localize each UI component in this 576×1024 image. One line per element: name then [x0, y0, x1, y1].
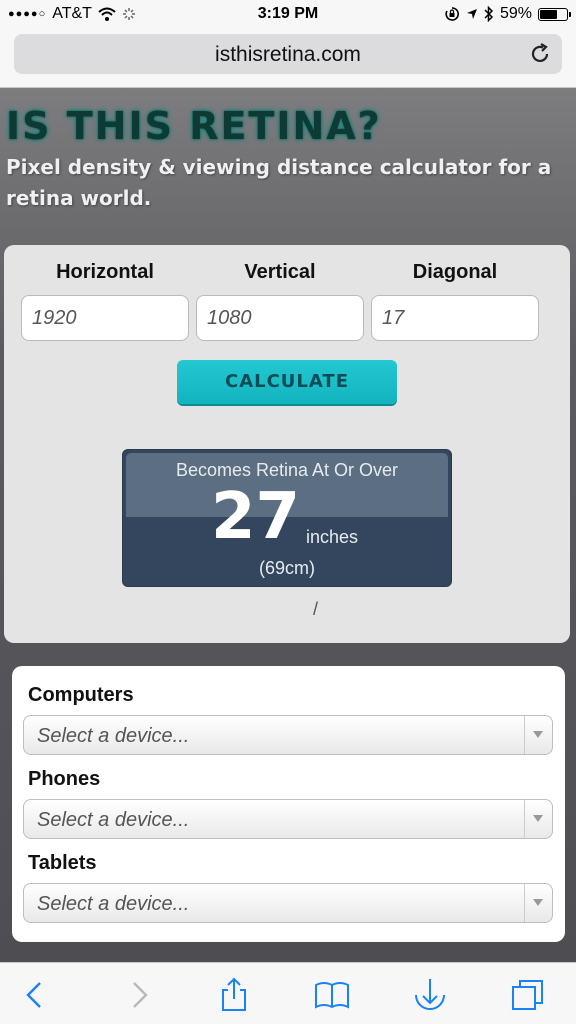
phones-label: Phones [28, 768, 101, 790]
diagonal-label: Diagonal [412, 261, 498, 283]
page-title: IS THIS RETINA? [6, 104, 382, 148]
result-label: Becomes Retina At Or Over [175, 460, 399, 480]
result-value: 27 [211, 480, 301, 554]
computers-select[interactable]: Select a device... [23, 715, 553, 755]
browser-address-area: isthisretina.com [0, 30, 576, 88]
battery-icon [538, 7, 571, 21]
chevron-down-icon [533, 815, 543, 822]
vertical-field-group: Vertical 1080 [196, 261, 364, 341]
url-text[interactable]: isthisretina.com [14, 43, 562, 67]
page-subtitle: Pixel density & viewing distance calcula… [6, 155, 552, 210]
download-icon[interactable] [412, 977, 448, 1013]
result-box: Becomes Retina At Or Over 27 inches (69c… [122, 449, 452, 587]
phones-select-value: Select a device... [37, 809, 190, 831]
diagonal-field-group: Diagonal 17 [371, 261, 539, 341]
phones-select-arrow[interactable] [524, 800, 552, 838]
result-unit: inches [306, 527, 359, 547]
tablets-select-arrow[interactable] [524, 884, 552, 922]
tablets-select[interactable]: Select a device... [23, 883, 553, 923]
location-icon [466, 9, 477, 19]
reload-icon[interactable] [528, 42, 552, 66]
calculate-button[interactable]: CALCULATE [177, 360, 397, 404]
chevron-down-icon [533, 731, 543, 738]
tablets-select-value: Select a device... [37, 893, 190, 915]
orientation-lock-icon [445, 7, 459, 21]
back-icon[interactable] [18, 977, 54, 1013]
tabs-icon[interactable] [510, 977, 546, 1013]
bluetooth-icon [484, 6, 494, 22]
url-bar[interactable]: isthisretina.com [14, 34, 562, 74]
forward-icon[interactable] [120, 977, 156, 1013]
chevron-down-icon [533, 899, 543, 906]
result-metric: (69cm) [258, 558, 315, 578]
diagonal-input[interactable]: 17 [371, 295, 539, 341]
computers-select-arrow[interactable] [524, 716, 552, 754]
computers-select-value: Select a device... [37, 725, 190, 747]
computers-label: Computers [28, 684, 134, 706]
phones-select[interactable]: Select a device... [23, 799, 553, 839]
horizontal-field-group: Horizontal 1920 [21, 261, 189, 341]
status-bar: ●●●●○ AT&T 3:19 PM 59% [0, 0, 576, 30]
horizontal-input[interactable]: 1920 [21, 295, 189, 341]
tablets-label: Tablets [28, 852, 97, 874]
vertical-label: Vertical [244, 261, 316, 283]
browser-toolbar [0, 962, 576, 1024]
share-icon[interactable] [216, 977, 252, 1013]
horizontal-label: Horizontal [56, 261, 154, 283]
web-page: IS THIS RETINA? Pixel density & viewing … [0, 88, 576, 962]
vertical-input[interactable]: 1080 [196, 295, 364, 341]
bookmarks-icon[interactable] [314, 977, 350, 1013]
separator-text: / [313, 599, 319, 619]
calculator-card: Horizontal 1920 Vertical 1080 Diagonal 1… [4, 245, 570, 643]
battery-percent: 59% [499, 5, 532, 22]
device-picker-card: Computers Select a device... Phones Sele… [12, 666, 565, 942]
